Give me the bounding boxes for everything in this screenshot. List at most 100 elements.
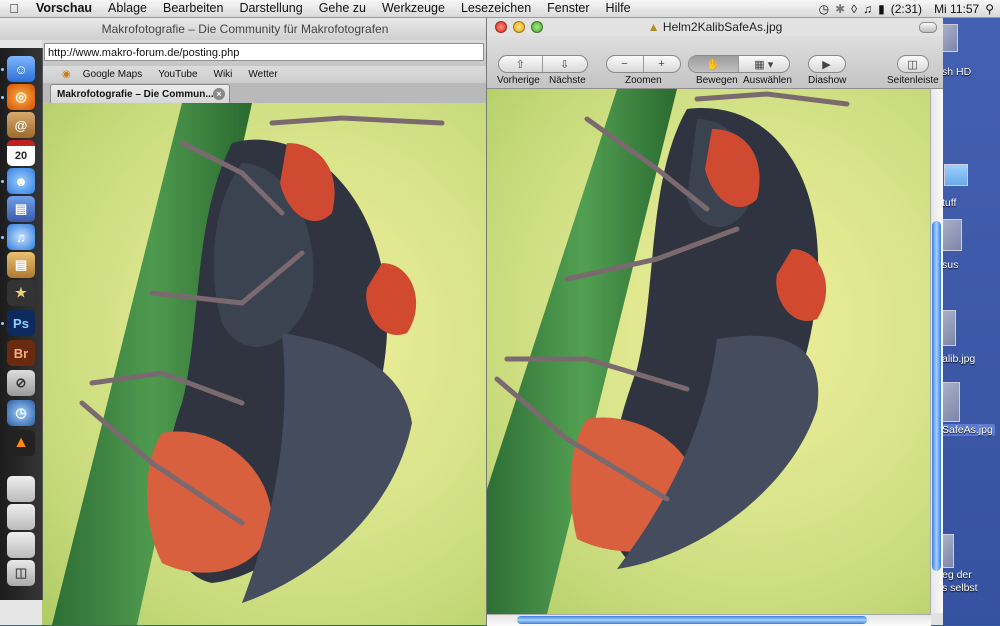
bluetooth-icon[interactable]: ✱	[835, 2, 845, 16]
next-arrow-icon[interactable]: ⇩	[543, 56, 587, 72]
minimize-button[interactable]	[513, 21, 525, 33]
iphoto-icon[interactable]: ▤	[7, 196, 35, 222]
browser-tab[interactable]: Makrofotografie – Die Commun... ×	[50, 84, 230, 103]
preview-title-bar: ▲ Helm2KalibSafeAs.jpg	[487, 18, 943, 36]
desktop-item-hd[interactable]: sh HD	[942, 66, 971, 78]
slideshow-button[interactable]: ▶	[807, 55, 846, 73]
desktop-item-selbst[interactable]: s selbst	[942, 582, 978, 594]
preview-icon[interactable]: ▤	[7, 252, 35, 278]
sidebar-icon[interactable]: ◫	[898, 56, 928, 72]
vertical-scrollbar[interactable]	[930, 89, 943, 613]
prev-button-label[interactable]: Vorherige	[497, 75, 540, 86]
address-book-icon[interactable]: @	[7, 112, 35, 138]
photo-thumbnail-icon[interactable]	[942, 219, 962, 251]
tool-button-group: ✋ ▦ ▾	[687, 55, 790, 73]
finder-icon[interactable]: ☺	[7, 56, 35, 82]
url-field[interactable]: http://www.makro-forum.de/posting.php	[44, 43, 484, 61]
bookmark-youtube[interactable]: YouTube	[150, 69, 205, 80]
jpg-file-icon: ▲	[647, 20, 660, 34]
vlc-icon[interactable]: ▲	[7, 430, 35, 456]
bookmark-wetter[interactable]: Wetter	[240, 69, 285, 80]
preview-image	[487, 89, 931, 614]
document-icon[interactable]	[942, 534, 954, 568]
menu-werkzeuge[interactable]: Werkzeuge	[374, 0, 453, 17]
menu-fenster[interactable]: Fenster	[539, 0, 597, 17]
move-button-label[interactable]: Bewegen	[696, 75, 738, 86]
beetle-photo-left	[52, 103, 445, 625]
folder-icon[interactable]	[944, 164, 968, 186]
toolbar-toggle-button[interactable]	[919, 22, 937, 33]
menu-ablage[interactable]: Ablage	[100, 0, 155, 17]
battery-time[interactable]: (2:31)	[891, 2, 922, 16]
horizontal-scrollbar[interactable]	[487, 614, 931, 626]
sidebar-button[interactable]: ◫	[896, 55, 929, 73]
close-button[interactable]	[495, 21, 507, 33]
slideshow-button-label[interactable]: Diashow	[808, 75, 846, 86]
itunes-icon[interactable]: ♫	[7, 224, 35, 250]
running-indicator	[1, 68, 4, 71]
preview-window: ▲ Helm2KalibSafeAs.jpg ⇧ ⇩ Vorherige Näc…	[486, 18, 943, 626]
desktop-item-weg[interactable]: eg der	[942, 569, 972, 581]
wifi-icon[interactable]: ◊	[851, 2, 857, 16]
tab-close-icon[interactable]: ×	[213, 88, 225, 100]
bookmark-wiki[interactable]: Wiki	[206, 69, 241, 80]
menu-darstellung[interactable]: Darstellung	[231, 0, 310, 17]
spotlight-icon[interactable]: ⚲	[985, 2, 994, 16]
desktop: sh HD tuff sus alib.jpg SafeAs.jpg eg de…	[940, 18, 1000, 625]
select-tool-icon[interactable]: ▦ ▾	[739, 56, 789, 72]
menu-gehe-zu[interactable]: Gehe zu	[311, 0, 374, 17]
menu-app-name[interactable]: Vorschau	[28, 0, 100, 17]
desktop-item-kalib[interactable]: alib.jpg	[942, 353, 975, 365]
select-button-label[interactable]: Auswählen	[743, 75, 792, 86]
calendar-icon[interactable]: 20	[7, 140, 35, 166]
time-machine-icon[interactable]: ◷	[819, 2, 829, 16]
zoom-button-label[interactable]: Zoomen	[625, 75, 662, 86]
prev-arrow-icon[interactable]: ⇧	[499, 56, 543, 72]
zoom-out-icon[interactable]: −	[607, 56, 644, 72]
browser-window: Makrofotografie – Die Community für Makr…	[0, 18, 490, 625]
slideshow-icon[interactable]: ▶	[809, 56, 845, 72]
photoshop-icon[interactable]: Ps	[7, 310, 35, 336]
apple-menu-icon[interactable]: 	[0, 1, 28, 16]
doc-stack-icon[interactable]	[7, 476, 35, 502]
sidebar-button-label[interactable]: Seitenleiste	[887, 75, 939, 86]
battery-icon[interactable]: ▮	[878, 2, 885, 16]
image-file-icon[interactable]	[942, 382, 960, 422]
zoom-button[interactable]	[531, 21, 543, 33]
bookmarks-bar: ◉ Google Maps YouTube Wiki Wetter	[42, 66, 490, 83]
system-prefs-icon[interactable]: ⊘	[7, 370, 35, 396]
rss-icon: ◉	[62, 69, 71, 80]
menu-hilfe[interactable]: Hilfe	[598, 0, 639, 17]
menu-lesezeichen[interactable]: Lesezeichen	[453, 0, 539, 17]
doc-stack-icon[interactable]	[7, 504, 35, 530]
zoom-in-icon[interactable]: +	[644, 56, 680, 72]
browser-photo	[42, 103, 490, 625]
doc-stack-icon[interactable]	[7, 532, 35, 558]
browser-navbar: http://www.makro-forum.de/posting.php	[42, 40, 490, 66]
menu-extras: ◷ ✱ ◊ ♫ ▮ (2:31) Mi 11:57 ⚲	[819, 2, 1000, 16]
trash-icon[interactable]: ◫	[7, 560, 35, 586]
time-machine-dock-icon[interactable]: ◷	[7, 400, 35, 426]
tab-bar: Makrofotografie – Die Commun... ×	[42, 83, 490, 104]
desktop-item-stuff[interactable]: tuff	[942, 197, 956, 209]
hard-drive-icon[interactable]	[942, 24, 958, 52]
preview-file-name: Helm2KalibSafeAs.jpg	[662, 20, 783, 34]
clock[interactable]: Mi 11:57	[928, 2, 979, 16]
volume-icon[interactable]: ♫	[863, 2, 872, 16]
ichat-icon[interactable]: ☻	[7, 168, 35, 194]
horizontal-scroll-thumb[interactable]	[517, 616, 867, 624]
image-file-icon[interactable]	[942, 310, 956, 346]
dock: ☺ ◎ @ 20 ☻ ▤ ♫ ▤ ★ Ps Br ⊘ ◷ ▲ ◫	[0, 48, 43, 600]
menu-bearbeiten[interactable]: Bearbeiten	[155, 0, 231, 17]
firefox-icon[interactable]: ◎	[7, 84, 35, 110]
hand-tool-icon[interactable]: ✋	[688, 56, 739, 72]
desktop-item-sus[interactable]: sus	[942, 259, 958, 271]
bookmark-google-maps[interactable]: Google Maps	[75, 69, 150, 80]
nav-button-group: ⇧ ⇩	[497, 55, 588, 73]
browser-window-title: Makrofotografie – Die Community für Makr…	[0, 18, 490, 40]
desktop-item-safeas[interactable]: SafeAs.jpg	[940, 424, 995, 436]
imovie-star-icon[interactable]: ★	[7, 280, 35, 306]
vertical-scroll-thumb[interactable]	[932, 221, 941, 571]
next-button-label[interactable]: Nächste	[549, 75, 586, 86]
bridge-icon[interactable]: Br	[7, 340, 35, 366]
